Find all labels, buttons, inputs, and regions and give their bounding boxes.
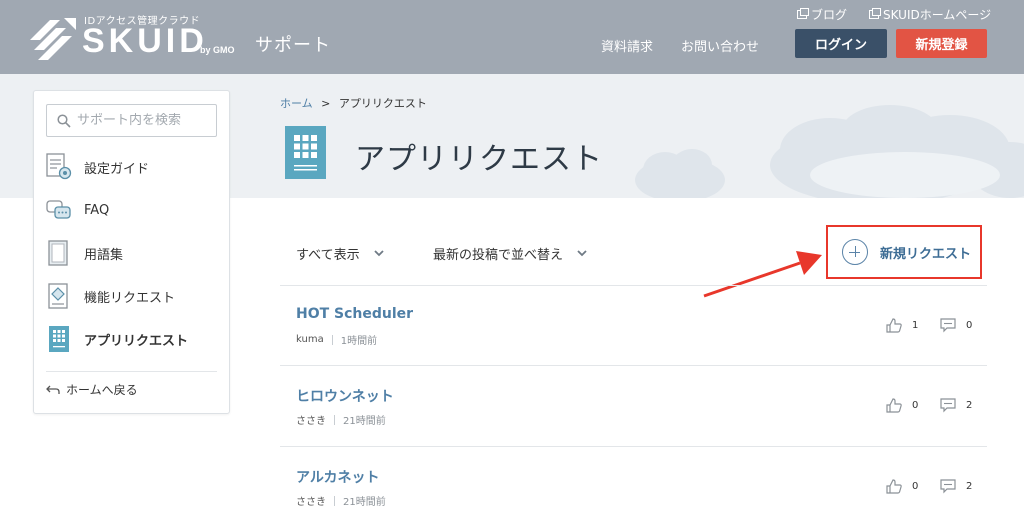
breadcrumb-separator: > <box>321 97 331 110</box>
blog-link[interactable]: ブログ <box>797 6 847 23</box>
site-header: IDアクセス管理クラウド SKUID by GMO サポート ブログ SKUID… <box>0 0 1024 74</box>
sidebar-divider <box>46 371 217 372</box>
glossary-icon <box>48 240 68 266</box>
clouds-illustration <box>635 105 1024 198</box>
new-request-label: 新規リクエスト <box>880 246 972 262</box>
comment-icon <box>940 479 956 494</box>
request-author: ささき <box>296 497 326 508</box>
comment-count-value: 2 <box>966 400 973 411</box>
app-request-page-icon <box>285 126 326 179</box>
meta-separator <box>331 334 333 345</box>
new-request-button[interactable]: 新規リクエスト <box>826 225 982 279</box>
sidebar-item-feature-request[interactable]: 機能リクエスト <box>46 280 221 312</box>
sidebar-item-faq[interactable]: FAQ <box>46 194 221 226</box>
comment-count-value: 2 <box>966 481 973 492</box>
sidebar-item-glossary[interactable]: 用語集 <box>46 237 221 269</box>
request-title[interactable]: ヒロウンネット <box>296 386 394 406</box>
search-icon <box>57 113 71 128</box>
thumbs-up-icon <box>886 318 902 333</box>
sidebar-item-label: アプリリクエスト <box>84 333 189 349</box>
sidebar-item-label: 用語集 <box>84 247 124 263</box>
comment-count[interactable]: 2 <box>940 479 972 494</box>
sidebar: 設定ガイド FAQ 用語集 機能リクエスト <box>33 90 230 414</box>
breadcrumb-current: アプリリクエスト <box>338 97 427 110</box>
request-time: 21時間前 <box>343 497 386 508</box>
sidebar-item-label: FAQ <box>84 202 110 218</box>
request-meta: ささき 21時間前 <box>296 412 386 427</box>
guide-icon <box>46 153 72 180</box>
nav-request-docs[interactable]: 資料請求 <box>601 36 653 55</box>
sort-label: 最新の投稿で並べ替え <box>433 248 564 263</box>
like-count-value: 0 <box>912 400 919 411</box>
homepage-link[interactable]: SKUIDホームページ <box>869 6 991 23</box>
page-title: アプリリクエスト <box>355 142 603 177</box>
chevron-down-icon <box>577 250 587 257</box>
list-item: ヒロウンネット ささき 21時間前 0 2 <box>280 366 987 446</box>
nav-contact[interactable]: お問い合わせ <box>681 36 759 55</box>
sidebar-item-label: 機能リクエスト <box>84 290 176 306</box>
thumbs-up-icon <box>886 398 902 413</box>
breadcrumb: ホーム > アプリリクエスト <box>280 95 427 111</box>
return-arrow-icon <box>46 385 60 394</box>
like-count-value: 1 <box>912 320 919 331</box>
back-to-home-link[interactable]: ホームへ戻る <box>46 381 138 398</box>
request-author: ささき <box>296 416 326 427</box>
faq-icon <box>46 200 71 219</box>
thumbs-up-icon <box>886 479 902 494</box>
meta-separator <box>334 495 335 506</box>
like-count-value: 0 <box>912 481 919 492</box>
like-count[interactable]: 0 <box>886 398 918 413</box>
request-author: kuma <box>296 334 324 345</box>
comment-icon <box>940 318 956 333</box>
sidebar-item-guide[interactable]: 設定ガイド <box>46 151 221 183</box>
sidebar-item-app-request[interactable]: アプリリクエスト <box>46 323 221 355</box>
skuid-logo[interactable]: IDアクセス管理クラウド SKUID by GMO <box>30 10 240 66</box>
feature-request-icon <box>48 283 68 309</box>
chevron-down-icon <box>373 250 384 257</box>
sidebar-item-label: 設定ガイド <box>84 161 150 177</box>
back-to-home-label: ホームへ戻る <box>66 383 138 397</box>
search-input[interactable] <box>77 113 207 128</box>
filter-all-dropdown[interactable]: すべて表示 <box>296 244 384 263</box>
request-time: 21時間前 <box>343 416 386 427</box>
search-box[interactable] <box>46 104 217 137</box>
signup-button[interactable]: 新規登録 <box>896 29 987 58</box>
list-item: アルカネット ささき 21時間前 0 2 <box>280 447 987 526</box>
logo-wordmark: SKUID <box>82 22 208 60</box>
like-count[interactable]: 0 <box>886 479 918 494</box>
comment-count[interactable]: 2 <box>940 398 972 413</box>
list-item: HOT Scheduler kuma 1時間前 1 0 <box>280 286 987 366</box>
request-title[interactable]: アルカネット <box>296 467 379 487</box>
login-button[interactable]: ログイン <box>795 29 887 58</box>
sort-dropdown[interactable]: 最新の投稿で並べ替え <box>433 244 587 263</box>
comment-icon <box>940 398 956 413</box>
logo-mark-icon <box>30 18 76 60</box>
external-link-icon <box>797 8 809 19</box>
request-title[interactable]: HOT Scheduler <box>296 306 413 322</box>
site-name[interactable]: サポート <box>255 31 331 57</box>
request-meta: kuma 1時間前 <box>296 332 377 347</box>
like-count[interactable]: 1 <box>886 318 918 333</box>
comment-count-value: 0 <box>966 320 973 331</box>
app-request-icon <box>49 326 69 352</box>
logo-by-gmo: by GMO <box>200 45 235 55</box>
homepage-link-label: SKUIDホームページ <box>883 8 992 22</box>
external-link-icon <box>869 8 881 19</box>
plus-circle-icon <box>842 239 868 265</box>
filter-all-label: すべて表示 <box>296 248 360 263</box>
breadcrumb-home[interactable]: ホーム <box>280 97 313 110</box>
request-time: 1時間前 <box>340 336 378 347</box>
request-meta: ささき 21時間前 <box>296 493 386 508</box>
blog-link-label: ブログ <box>811 8 848 22</box>
comment-count[interactable]: 0 <box>940 318 972 333</box>
meta-separator <box>334 414 335 425</box>
